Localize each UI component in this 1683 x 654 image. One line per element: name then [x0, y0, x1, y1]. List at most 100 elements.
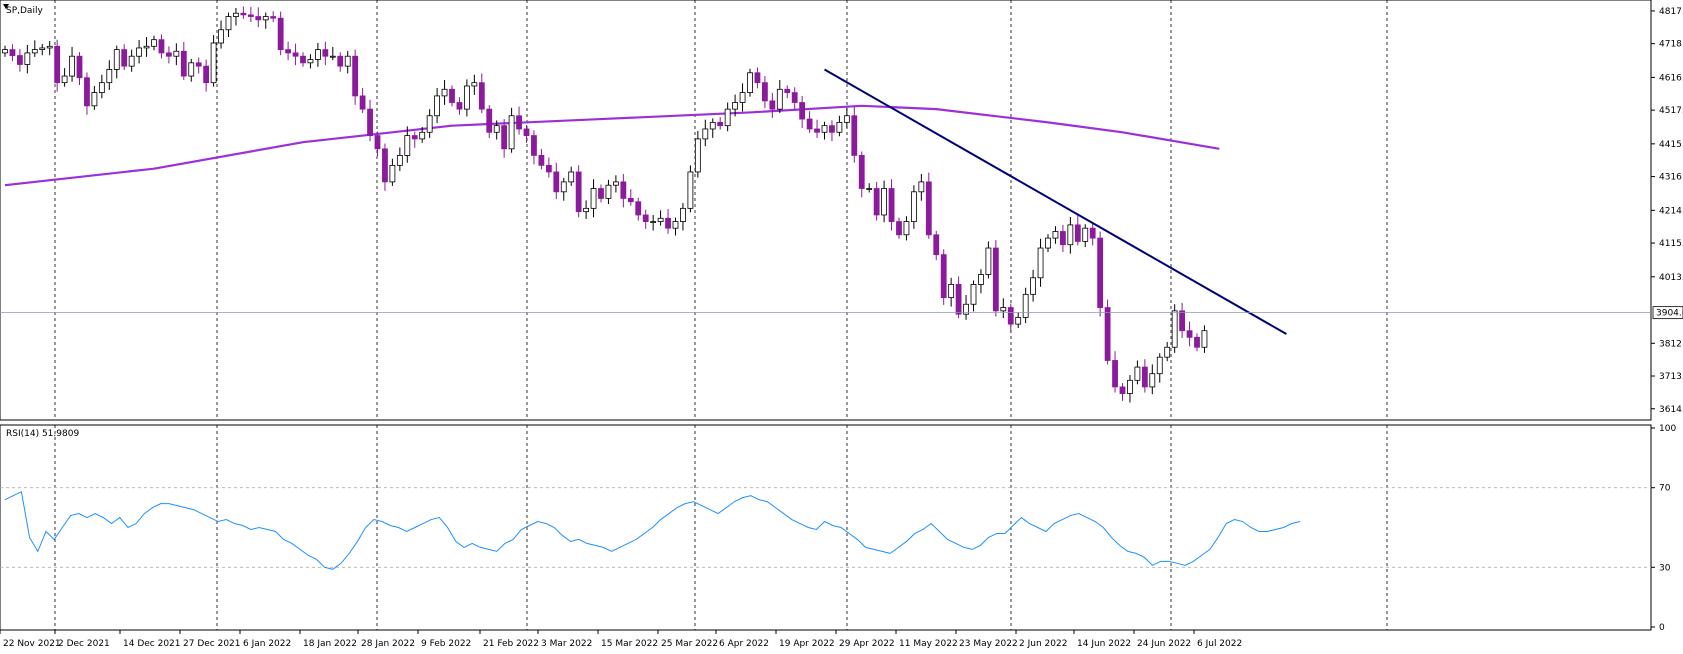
candle-body [54, 45, 61, 84]
candle-body [292, 52, 299, 57]
y-tick-label: 3713.0 [1659, 372, 1683, 382]
candle-body [1179, 310, 1185, 332]
candle-body [776, 88, 783, 110]
candle-body [478, 82, 485, 110]
candle-body [545, 164, 552, 173]
x-tick-label: 3 Mar 2022 [541, 639, 592, 649]
candle-body [441, 88, 448, 97]
candle-body [985, 247, 992, 275]
candle-body [173, 50, 180, 57]
candle-body [69, 55, 75, 77]
candle-body [24, 52, 31, 65]
candle-body [1149, 373, 1156, 388]
x-tick-label: 25 Mar 2022 [661, 639, 718, 649]
candle-body [1097, 237, 1104, 308]
candle-body [1141, 366, 1148, 388]
x-tick-label: 11 May 2022 [899, 639, 958, 649]
x-tick-label: 14 Jun 2022 [1077, 639, 1131, 649]
rsi-title: RSI(14) 51.9809 [6, 429, 79, 439]
candle-body [754, 72, 761, 84]
x-tick-label: 24 Jun 2022 [1137, 639, 1191, 649]
candle-body [501, 125, 508, 150]
x-tick-label: 15 Mar 2022 [601, 639, 658, 649]
candle-body [560, 181, 567, 193]
candle-body [724, 108, 731, 127]
candle-body [434, 95, 441, 117]
candle-body [367, 108, 373, 136]
candle-body [337, 55, 344, 67]
candle-body [471, 82, 478, 87]
candle-body [1030, 277, 1036, 295]
candle-body [277, 17, 284, 51]
candle-body [39, 47, 46, 51]
y-tick-label: 4214.0 [1659, 206, 1683, 216]
candle-body [948, 284, 955, 299]
candle-body [1127, 379, 1133, 394]
candle-body [1112, 360, 1118, 388]
candle-body [404, 135, 411, 156]
time-axis: 22 Nov 20212 Dec 2021 14 Dec 2021 27 Dec 2… [0, 630, 1242, 649]
candle-body [203, 65, 210, 84]
candle-body [739, 92, 746, 103]
candle-body [799, 102, 806, 120]
y-tick-label: 3614.0 [1659, 405, 1683, 415]
x-tick-label: 21 Feb 2022 [483, 639, 539, 649]
candle-body [866, 188, 873, 190]
chart-canvas: 3614.0 3713.0 3812.0 4013.0 4115.0 4214.0 4316… [0, 0, 1683, 649]
candle-body [769, 100, 776, 110]
candle-body [1037, 247, 1044, 279]
candle-body [851, 115, 858, 156]
candle-body [1060, 231, 1066, 246]
candle-body [1201, 330, 1208, 348]
candle-body [732, 102, 738, 110]
candle-body [426, 115, 433, 133]
candle-body [620, 181, 627, 199]
candle-body [762, 82, 768, 102]
y-tick-label: 4517.0 [1659, 106, 1683, 116]
candle-body [635, 201, 642, 216]
candle-body [702, 128, 709, 140]
price-title: SP,Daily [6, 6, 43, 16]
candle-body [955, 284, 962, 315]
candle-body [262, 16, 269, 21]
candle-body [255, 16, 262, 21]
candle-body [508, 115, 515, 150]
candle-body [165, 52, 172, 57]
candle-body [1067, 224, 1074, 246]
y-tick-label: 3812.0 [1659, 339, 1683, 349]
x-tick-label: 2 Dec 2021 [58, 639, 110, 649]
candle-body [1052, 231, 1059, 239]
candle-body [784, 88, 791, 93]
candle-body [553, 171, 560, 193]
current-price-label: 3904.6 [1656, 309, 1683, 319]
candle-body [680, 207, 686, 222]
candle-body [16, 55, 23, 65]
candle-body [992, 247, 999, 312]
x-tick-label: 14 Dec 2021 [123, 639, 181, 649]
candle-body [613, 181, 619, 186]
price-pane [0, 0, 1652, 421]
y-tick-label: 4013.0 [1659, 273, 1683, 283]
candle-body [84, 77, 90, 107]
candle-body [463, 85, 470, 110]
candle-body [411, 135, 418, 140]
candle-body [9, 49, 16, 56]
candle-body [568, 171, 575, 183]
candle-body [642, 214, 649, 222]
candle-body [1022, 293, 1029, 318]
candle-body [814, 128, 820, 133]
candle-body [456, 102, 463, 110]
candle-body [180, 50, 187, 77]
y-tick-label: 4115.0 [1659, 239, 1683, 249]
candle-body [836, 121, 843, 133]
candle-body [106, 69, 113, 84]
candle-body [46, 45, 53, 49]
candle-body [158, 39, 165, 54]
candle-body [225, 16, 232, 31]
candle-body [538, 155, 545, 166]
x-tick-label: 6 Jan 2022 [243, 639, 291, 649]
candle-body [605, 184, 612, 199]
candle-body [657, 217, 664, 222]
candle-body [314, 49, 321, 60]
candle-body [516, 115, 522, 130]
